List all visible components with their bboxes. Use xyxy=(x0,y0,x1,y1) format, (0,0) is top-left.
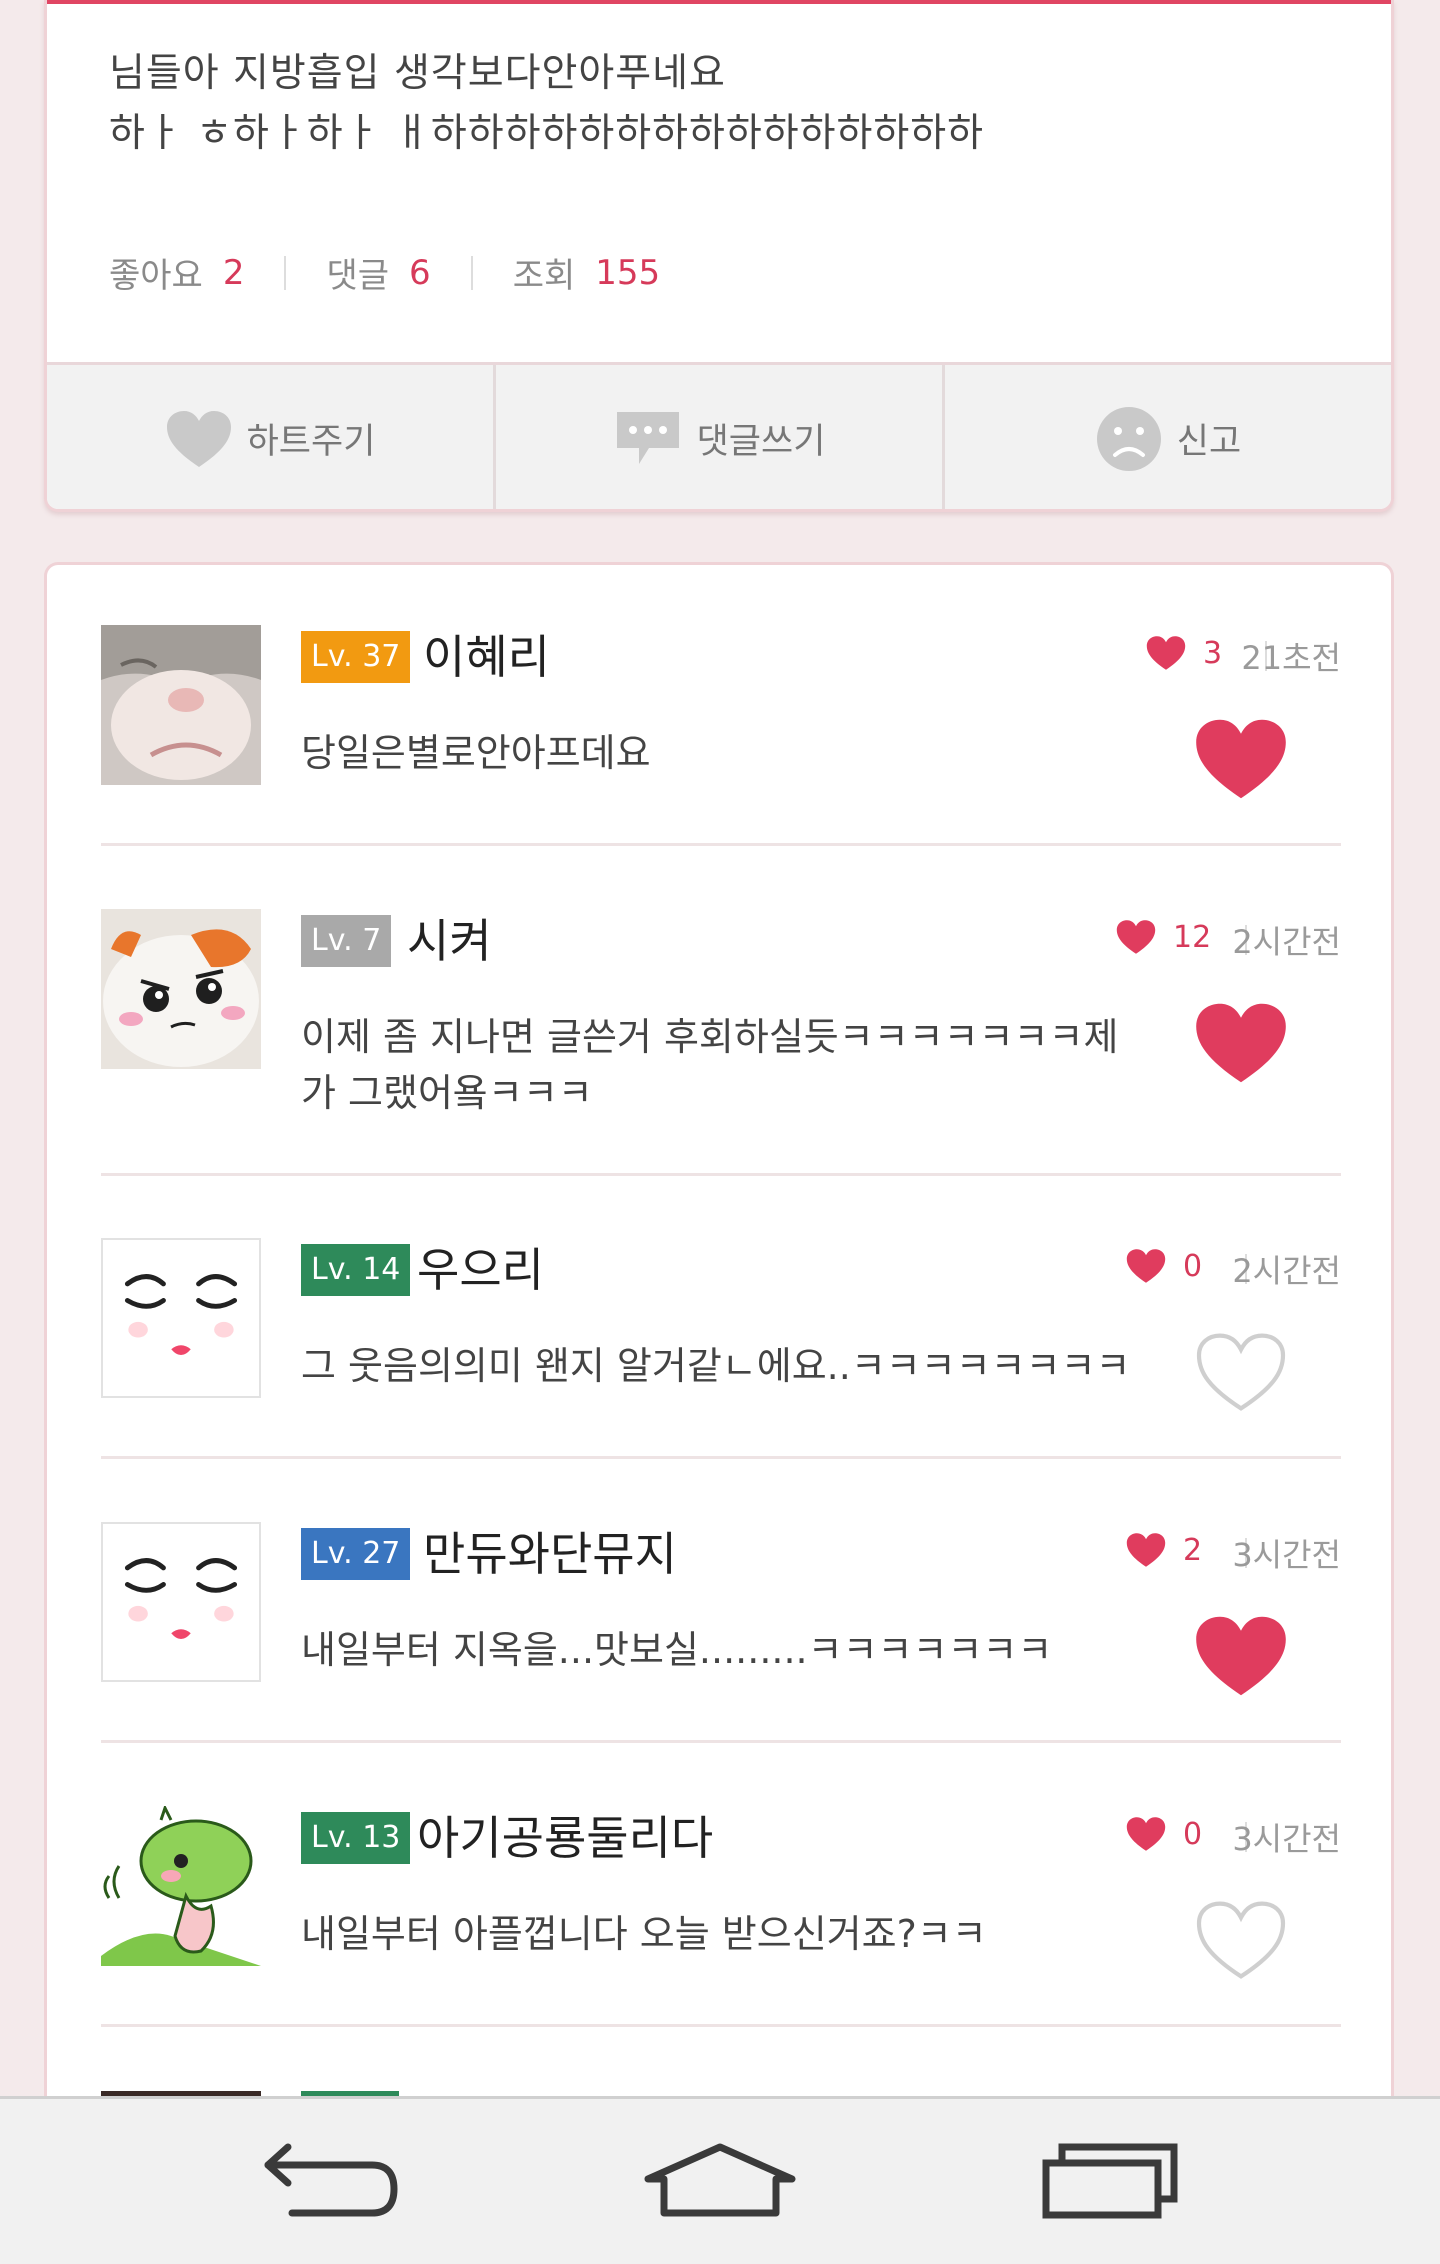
comment-text: 내일부터 아플껍니다 오늘 받으신거죠?ㅋㅋ xyxy=(301,1912,987,1956)
like-comment-button[interactable] xyxy=(1191,1614,1291,1702)
stat-views-value: 155 xyxy=(595,252,661,293)
filled-heart-icon xyxy=(1196,719,1286,799)
like-count-value: 2 xyxy=(1183,1532,1203,1568)
stat-views: 조회 155 xyxy=(513,248,660,297)
recent-apps-icon xyxy=(1042,2143,1178,2219)
stat-views-label: 조회 xyxy=(512,256,576,296)
small-heart-icon xyxy=(1146,636,1186,670)
level-badge: Lv. 37 xyxy=(301,631,411,683)
back-arrow-icon xyxy=(264,2143,398,2217)
stat-comments-value: 6 xyxy=(409,252,431,293)
comment-like-count: 3 xyxy=(1145,635,1222,671)
give-heart-label: 하트주기 xyxy=(246,422,376,462)
comment-time: 2시간전 xyxy=(1232,923,1341,961)
report-label: 신고 xyxy=(1176,422,1242,462)
system-nav-bar xyxy=(0,2096,1440,2264)
comment-divider xyxy=(101,1740,1341,1743)
comment-time: 21초전 xyxy=(1241,639,1341,677)
comment-text: 내일부터 지옥을...맛보실.........ㅋㅋㅋㅋㅋㅋㅋ xyxy=(301,1628,1053,1672)
home-button[interactable] xyxy=(642,2141,798,2225)
comment-nickname[interactable]: 이혜리 xyxy=(423,625,550,689)
post-top-accent xyxy=(47,0,1391,4)
post-body-line: 님들아 지방흡입 생각보다안아푸네요 xyxy=(109,51,726,96)
recent-apps-button[interactable] xyxy=(1040,2141,1180,2225)
comment-nickname[interactable]: 만듀와단뮤지 xyxy=(423,1522,677,1586)
comment-like-count: 0 xyxy=(1125,1816,1202,1852)
write-comment-button[interactable]: 댓글쓰기 xyxy=(493,365,942,509)
sleepy-face-icon xyxy=(103,1240,259,1396)
small-heart-icon xyxy=(1126,1817,1166,1851)
post-action-bar: 하트주기 댓글쓰기 신고 xyxy=(47,362,1391,509)
sleepy-face-icon xyxy=(103,1524,259,1680)
comment-text: 그 웃음의의미 왠지 알거같ㄴ에요..ㅋㅋㅋㅋㅋㅋㅋㅋ xyxy=(301,1344,1131,1388)
like-comment-button[interactable] xyxy=(1191,1898,1291,1986)
comment-divider xyxy=(101,1456,1341,1459)
post-body: 님들아 지방흡입 생각보다안아푸네요 하ㅏ ㅎ하ㅏ하ㅏ ㅐ하하하하하하하하하하하… xyxy=(109,44,984,164)
like-comment-button[interactable] xyxy=(1191,1001,1291,1089)
hamster-plush-icon xyxy=(101,909,261,1069)
back-button[interactable] xyxy=(262,2141,400,2225)
avatar[interactable] xyxy=(101,1238,261,1398)
comment-like-count: 0 xyxy=(1125,1248,1202,1284)
comment-divider xyxy=(101,843,1341,846)
small-heart-icon xyxy=(1126,1533,1166,1567)
like-count-value: 12 xyxy=(1173,919,1212,955)
comment-text: 당일은별로안아프데요 xyxy=(301,731,651,775)
stat-comments-label: 댓글 xyxy=(326,256,390,296)
green-dino-icon xyxy=(101,1806,261,1966)
filled-heart-icon xyxy=(1196,1616,1286,1696)
comment-divider xyxy=(101,1173,1341,1176)
heart-icon xyxy=(166,410,231,467)
post-body-line: 하ㅏ ㅎ하ㅏ하ㅏ ㅐ하하하하하하하하하하하하하하하 xyxy=(109,111,985,156)
comment-time: 2시간전 xyxy=(1232,1252,1341,1290)
comment-nickname[interactable]: 아기공룡둘리다 xyxy=(417,1806,713,1870)
report-button[interactable]: 신고 xyxy=(942,365,1391,509)
stat-comments: 댓글 6 xyxy=(326,248,430,297)
cat-face-photo-icon xyxy=(101,625,261,785)
stat-likes-label: 좋아요 xyxy=(109,256,203,296)
level-badge: Lv. 27 xyxy=(301,1528,411,1580)
post-stats: 좋아요 2 댓글 6 조회 155 xyxy=(109,248,660,297)
like-comment-button[interactable] xyxy=(1191,1330,1291,1418)
comment-time: 3시간전 xyxy=(1232,1536,1341,1574)
comment-time: 3시간전 xyxy=(1232,1820,1341,1858)
small-heart-icon xyxy=(1116,920,1156,954)
small-heart-icon xyxy=(1126,1249,1166,1283)
like-comment-button[interactable] xyxy=(1191,717,1291,805)
stat-likes: 좋아요 2 xyxy=(109,248,244,297)
avatar[interactable] xyxy=(101,909,261,1069)
like-count-value: 0 xyxy=(1183,1248,1203,1284)
avatar[interactable] xyxy=(101,625,261,785)
home-icon xyxy=(644,2143,796,2217)
comment-nickname[interactable]: 우으리 xyxy=(417,1238,544,1302)
level-badge: Lv. 14 xyxy=(301,1244,411,1296)
avatar[interactable] xyxy=(101,1806,261,1966)
level-badge: Lv. 13 xyxy=(301,1812,411,1864)
comment-like-count: 12 xyxy=(1115,919,1211,955)
avatar[interactable] xyxy=(101,1522,261,1682)
post-card: 님들아 지방흡입 생각보다안아푸네요 하ㅏ ㅎ하ㅏ하ㅏ ㅐ하하하하하하하하하하하… xyxy=(44,0,1394,512)
filled-heart-icon xyxy=(1196,1003,1286,1083)
comment-bubble-icon xyxy=(616,411,679,464)
level-badge: Lv. 7 xyxy=(301,915,392,967)
stat-divider xyxy=(284,255,287,290)
comment-nickname[interactable]: 시켜 xyxy=(407,909,492,973)
like-count-value: 3 xyxy=(1203,635,1223,671)
like-count-value: 0 xyxy=(1183,1816,1203,1852)
comments-card: Lv. 37 이혜리 3 21초전 당일은별로안아프데요 Lv. 7 시켜 12… xyxy=(44,562,1394,2122)
outline-heart-icon xyxy=(1196,1901,1286,1979)
stat-likes-value: 2 xyxy=(222,252,245,293)
stat-divider xyxy=(470,255,473,290)
comment-like-count: 2 xyxy=(1125,1532,1202,1568)
write-comment-label: 댓글쓰기 xyxy=(696,422,826,462)
comment-text: 이제 좀 지나면 글쓴거 후회하실듯ㅋㅋㅋㅋㅋㅋㅋ제가 그랬어욬ㅋㅋㅋ xyxy=(301,1015,1119,1115)
outline-heart-icon xyxy=(1196,1333,1286,1411)
comment-divider xyxy=(101,2024,1341,2027)
give-heart-button[interactable]: 하트주기 xyxy=(47,365,493,509)
sad-face-icon xyxy=(1096,406,1161,471)
